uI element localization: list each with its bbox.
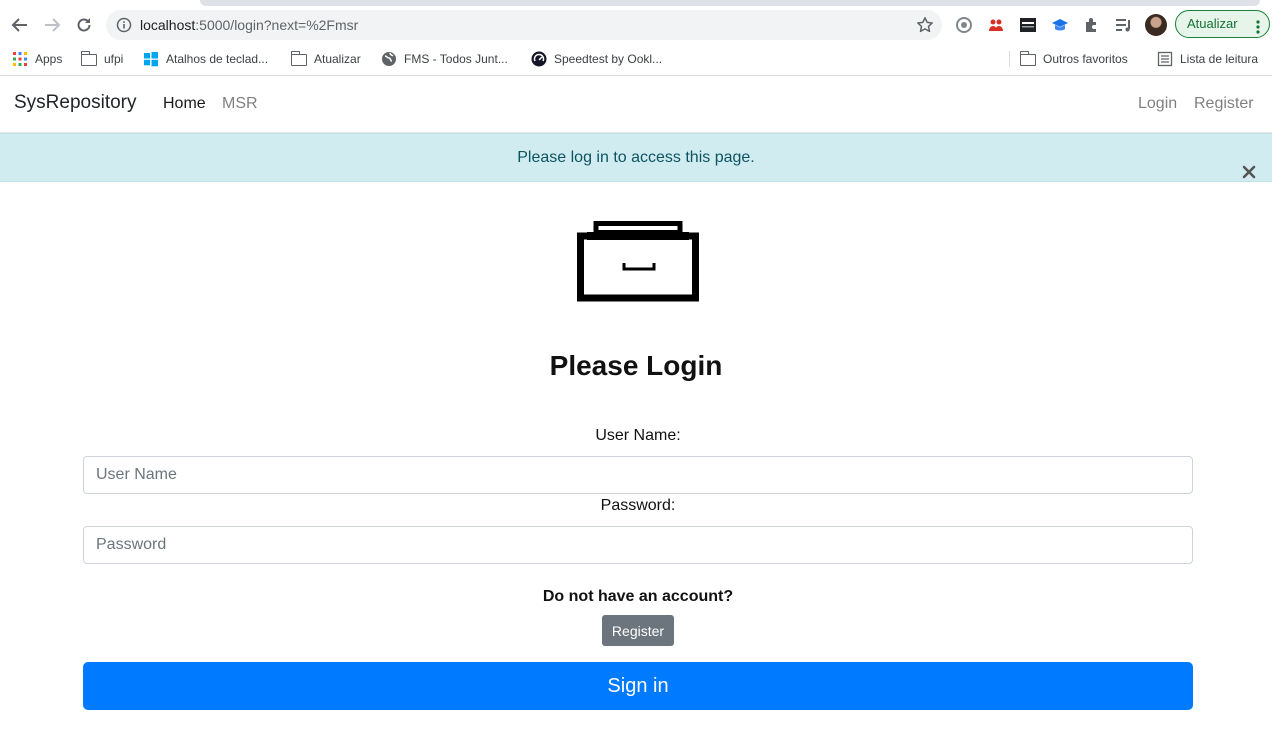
reading-list[interactable]: Lista de leitura	[1157, 51, 1258, 67]
close-icon[interactable]	[1242, 151, 1256, 179]
back-icon[interactable]	[7, 12, 33, 38]
update-browser-button[interactable]: Atualizar	[1175, 10, 1270, 38]
page-title: Please Login	[549, 350, 723, 381]
no-account-prompt: Do not have an account?	[542, 588, 734, 605]
forward-icon[interactable]	[39, 12, 65, 38]
other-bookmarks-label: Outros favoritos	[1043, 52, 1128, 66]
password-label: Password:	[600, 497, 676, 514]
folder-icon	[80, 51, 97, 66]
bookmark-label: Atalhos de teclad...	[166, 52, 269, 66]
menu-dots-icon[interactable]	[1256, 17, 1260, 34]
reading-list-icon	[1157, 51, 1173, 67]
bookmark-label: FMS - Todos Junt...	[404, 52, 508, 66]
bookmark-label: ufpi	[104, 52, 124, 66]
tab-strip	[0, 0, 1272, 6]
bookmark-label: Speedtest by Ookl...	[554, 52, 663, 66]
url-text: localhost:5000/login?next=%2Fmsr	[140, 17, 359, 33]
username-input[interactable]	[83, 456, 1193, 494]
navbar-brand[interactable]: SysRepository	[14, 92, 137, 114]
reading-list-label: Lista de leitura	[1180, 52, 1259, 66]
alert-message: Please log in to access this page.	[517, 149, 755, 166]
username-label: User Name:	[595, 427, 681, 444]
other-bookmarks[interactable]: Outros favoritos	[1019, 51, 1128, 67]
bookmarks-bar: Apps ufpi Atalhos de teclad... Atualizar…	[0, 46, 1272, 72]
bookmark-atualizar[interactable]: Atualizar	[290, 51, 361, 67]
apps-grid-icon	[12, 51, 28, 67]
address-bar[interactable]: localhost:5000/login?next=%2Fmsr	[106, 10, 942, 40]
site-navbar: SysRepository Home MSR Login Register	[0, 77, 1272, 133]
bookmark-label: Apps	[35, 52, 63, 66]
sign-in-button[interactable]: Sign in	[83, 662, 1193, 710]
info-alert: Please log in to access this page.	[0, 133, 1272, 182]
bookmark-apps[interactable]: Apps	[12, 51, 62, 67]
folder-icon	[1019, 51, 1036, 66]
password-input[interactable]	[83, 526, 1193, 564]
nav-link-home[interactable]: Home	[163, 95, 206, 113]
new-tab-extension-icon[interactable]	[1017, 14, 1039, 36]
nav-link-register[interactable]: Register	[1194, 95, 1254, 113]
globe-icon	[381, 51, 397, 67]
bookmark-atalhos[interactable]: Atalhos de teclad...	[143, 51, 268, 67]
bookmarks-separator	[1009, 51, 1010, 67]
bookmark-ufpi[interactable]: ufpi	[80, 51, 124, 67]
bookmark-fms[interactable]: FMS - Todos Junt...	[381, 51, 508, 67]
sync-extension-icon[interactable]	[953, 14, 975, 36]
windows-logo-icon	[143, 51, 159, 67]
folder-icon	[290, 51, 307, 66]
bookmark-speedtest[interactable]: Speedtest by Ookl...	[531, 51, 662, 67]
profile-avatar[interactable]	[1145, 14, 1167, 36]
nav-link-msr[interactable]: MSR	[222, 95, 258, 113]
reload-icon[interactable]	[71, 12, 97, 38]
update-label: Atualizar	[1187, 16, 1238, 31]
extensions-puzzle-icon[interactable]	[1081, 14, 1103, 36]
browser-toolbar: localhost:5000/login?next=%2Fmsr Atualiz…	[0, 8, 1272, 42]
people-extension-icon[interactable]	[985, 14, 1007, 36]
nav-link-login[interactable]: Login	[1138, 95, 1177, 113]
browser-chrome: localhost:5000/login?next=%2Fmsr Atualiz…	[0, 0, 1272, 76]
speedtest-icon	[531, 51, 547, 67]
site-info-icon[interactable]	[116, 17, 132, 33]
graduation-cap-icon[interactable]	[1049, 14, 1071, 36]
archive-box-icon	[577, 221, 699, 303]
bookmark-label: Atualizar	[314, 52, 361, 66]
bookmark-star-icon[interactable]	[916, 16, 934, 34]
media-queue-icon[interactable]	[1113, 14, 1135, 36]
register-button[interactable]: Register	[602, 615, 674, 646]
